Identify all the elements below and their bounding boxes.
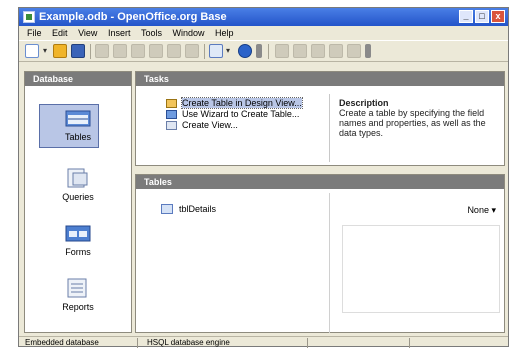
- edit-icon[interactable]: [95, 44, 109, 58]
- db-item-tables[interactable]: Tables: [25, 107, 131, 142]
- table-item-label: tblDetails: [179, 204, 217, 214]
- forms-label: Forms: [65, 247, 91, 257]
- tasks-header: Tasks: [136, 72, 504, 86]
- wizard-icon: [166, 110, 177, 119]
- table-icon: [161, 204, 173, 214]
- tasks-divider: [329, 94, 330, 162]
- queries-icon: [65, 167, 91, 189]
- preview-select-value: None: [467, 205, 489, 215]
- maximize-button[interactable]: □: [475, 10, 489, 23]
- status-database-type: Embedded database: [25, 338, 99, 347]
- task-design-view-label: Create Table in Design View...: [181, 97, 303, 109]
- details-view-icon[interactable]: [293, 44, 307, 58]
- form-icon[interactable]: [209, 44, 223, 58]
- description-panel: Description Create a table by specifying…: [339, 98, 499, 138]
- queries-label: Queries: [62, 192, 94, 202]
- status-engine: HSQL database engine: [147, 338, 230, 347]
- preview-select[interactable]: None ▾: [467, 205, 496, 216]
- window-title: Example.odb - OpenOffice.org Base: [39, 11, 227, 23]
- menu-file[interactable]: File: [27, 28, 42, 38]
- toolbar-handle-icon: [256, 44, 262, 58]
- print-icon[interactable]: [113, 44, 127, 58]
- view-icon: [166, 121, 177, 130]
- minimize-button[interactable]: _: [459, 10, 473, 23]
- task-create-view[interactable]: Create View...: [166, 120, 302, 131]
- db-item-forms[interactable]: Forms: [25, 222, 131, 257]
- description-title: Description: [339, 98, 389, 108]
- reports-icon: [65, 277, 91, 299]
- app-icon: [23, 11, 35, 23]
- new-document-icon[interactable]: [25, 44, 39, 58]
- form-dropdown-icon[interactable]: ▾: [226, 44, 234, 58]
- preview-view-icon[interactable]: [329, 44, 343, 58]
- toolbar-separator: [90, 44, 91, 59]
- cut-icon[interactable]: [131, 44, 145, 58]
- db-item-queries[interactable]: Queries: [25, 167, 131, 202]
- new-dropdown-icon[interactable]: ▾: [43, 44, 51, 58]
- tasks-pane: Tasks Create Table in Design View... Use…: [135, 71, 505, 166]
- open-folder-icon[interactable]: [53, 44, 67, 58]
- status-divider: [409, 338, 410, 348]
- menu-view[interactable]: View: [78, 28, 97, 38]
- task-wizard-label: Use Wizard to Create Table...: [182, 109, 300, 119]
- sort-icon[interactable]: [185, 44, 199, 58]
- status-divider: [307, 338, 308, 348]
- copy-icon[interactable]: [149, 44, 163, 58]
- table-item[interactable]: tblDetails: [161, 204, 216, 214]
- menu-help[interactable]: Help: [215, 28, 234, 38]
- database-header: Database: [25, 72, 131, 86]
- task-wizard[interactable]: Use Wizard to Create Table...: [166, 109, 302, 120]
- menu-bar: File Edit View Insert Tools Window Help: [19, 26, 508, 40]
- status-divider: [137, 338, 138, 348]
- tables-pane: Tables tblDetails None ▾: [135, 174, 505, 333]
- title-bar[interactable]: Example.odb - OpenOffice.org Base _ □ x: [19, 8, 508, 26]
- status-bar: Embedded database HSQL database engine: [19, 336, 508, 348]
- tables-icon: [65, 107, 91, 129]
- toolbar: ▾ ▾: [19, 40, 508, 62]
- paste-icon[interactable]: [167, 44, 181, 58]
- design-view-icon: [166, 99, 177, 108]
- preview-area: [342, 225, 500, 313]
- forms-icon: [65, 222, 91, 244]
- menu-tools[interactable]: Tools: [141, 28, 162, 38]
- app-window: Example.odb - OpenOffice.org Base _ □ x …: [18, 7, 509, 348]
- toolbar-handle-icon: [365, 44, 371, 58]
- document-view-icon[interactable]: [311, 44, 325, 58]
- menu-edit[interactable]: Edit: [52, 28, 68, 38]
- none-view-icon[interactable]: [347, 44, 361, 58]
- toolbar-separator: [268, 44, 269, 59]
- tables-divider: [329, 193, 330, 333]
- db-item-reports[interactable]: Reports: [25, 277, 131, 312]
- database-pane: Database Tables Queries Forms Reports: [24, 71, 132, 333]
- chevron-down-icon: ▾: [491, 205, 496, 215]
- tables-header: Tables: [136, 175, 504, 189]
- task-design-view[interactable]: Create Table in Design View...: [166, 97, 303, 109]
- help-icon[interactable]: [238, 44, 252, 58]
- menu-window[interactable]: Window: [173, 28, 205, 38]
- table-view-icon[interactable]: [275, 44, 289, 58]
- save-icon[interactable]: [71, 44, 85, 58]
- menu-insert[interactable]: Insert: [108, 28, 131, 38]
- description-text: Create a table by specifying the field n…: [339, 108, 486, 138]
- task-create-view-label: Create View...: [182, 120, 238, 130]
- reports-label: Reports: [62, 302, 94, 312]
- toolbar-separator: [204, 44, 205, 59]
- task-list: Create Table in Design View... Use Wizar…: [166, 97, 303, 131]
- close-button[interactable]: x: [491, 10, 505, 23]
- tables-label: Tables: [64, 132, 91, 142]
